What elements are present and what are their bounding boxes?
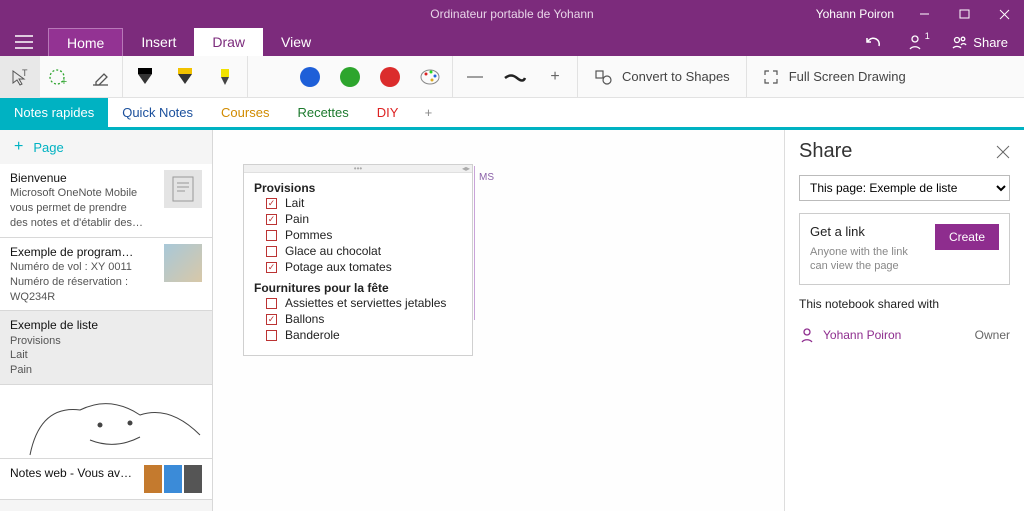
checkbox-icon[interactable]: ✓ xyxy=(266,214,277,225)
note-heading[interactable]: Provisions xyxy=(254,181,462,195)
section-notes-rapides[interactable]: Notes rapides xyxy=(0,98,108,127)
section-bar: Notes rapides Quick Notes Courses Recett… xyxy=(0,98,1024,130)
page-item-bienvenue[interactable]: Bienvenue Microsoft OneNote Mobile vous … xyxy=(0,164,212,238)
map-thumb xyxy=(164,244,202,282)
section-diy[interactable]: DIY xyxy=(363,98,413,127)
color-picker[interactable] xyxy=(410,56,450,98)
checklist-item[interactable]: Banderole xyxy=(254,327,462,343)
note-drag-handle[interactable]: ••• xyxy=(244,165,472,173)
tab-draw[interactable]: Draw xyxy=(194,28,263,56)
checklist-label: Potage aux tomates xyxy=(285,260,392,274)
section-courses[interactable]: Courses xyxy=(207,98,283,127)
checklist-label: Ballons xyxy=(285,312,324,326)
page-item-sketch[interactable] xyxy=(0,385,212,459)
text-cursor-tool[interactable]: T xyxy=(0,56,40,98)
author-tag: MS xyxy=(479,172,494,183)
share-button[interactable]: Share xyxy=(943,34,1016,50)
person-icon xyxy=(799,327,815,343)
close-button[interactable] xyxy=(984,0,1024,28)
checklist-item[interactable]: Pommes xyxy=(254,227,462,243)
author-marker-line xyxy=(474,166,475,320)
user-name[interactable]: Yohann Poiron xyxy=(806,7,904,21)
section-recettes[interactable]: Recettes xyxy=(283,98,362,127)
tab-view[interactable]: View xyxy=(263,28,329,56)
pen-yellow[interactable] xyxy=(165,56,205,98)
hamburger-icon[interactable] xyxy=(0,28,48,56)
get-link-heading: Get a link xyxy=(810,224,925,239)
checkbox-icon[interactable]: ✓ xyxy=(266,198,277,209)
checklist-item[interactable]: Glace au chocolat xyxy=(254,243,462,259)
checkbox-icon[interactable] xyxy=(266,298,277,309)
lasso-tool[interactable]: + xyxy=(40,56,80,98)
doc-icon xyxy=(164,170,202,208)
page-item-liste[interactable]: Exemple de liste Provisions Lait Pain xyxy=(0,311,212,385)
checklist-item[interactable]: ✓ Lait xyxy=(254,195,462,211)
share-panel: Share This page: Exemple de liste Get a … xyxy=(784,130,1024,511)
checklist-item[interactable]: ✓ Ballons xyxy=(254,311,462,327)
close-share-icon[interactable] xyxy=(996,145,1010,159)
page-item-programme[interactable]: Exemple de program… Numéro de vol : XY 0… xyxy=(0,238,212,312)
color-red[interactable] xyxy=(370,56,410,98)
account-icon[interactable]: 1 xyxy=(899,28,937,56)
checkbox-icon[interactable]: ✓ xyxy=(266,262,277,273)
window-title: Ordinateur portable de Yohann xyxy=(430,7,593,21)
note-container[interactable]: ••• Provisions ✓ Lait ✓ Pain Pommes Glace au c… xyxy=(243,164,473,356)
shared-with-label: This notebook shared with xyxy=(799,297,1010,311)
add-page-button[interactable]: +Page xyxy=(0,130,212,164)
checklist-label: Pain xyxy=(285,212,309,226)
checklist-item[interactable]: Assiettes et serviettes jetables xyxy=(254,295,462,311)
pen-black[interactable] xyxy=(125,56,165,98)
full-screen-drawing[interactable]: Full Screen Drawing xyxy=(749,56,920,97)
tab-bar: Home Insert Draw View 1 Share xyxy=(0,28,1024,56)
get-link-desc: Anyone with the link can view the page xyxy=(810,245,925,274)
convert-to-shapes[interactable]: Convert to Shapes xyxy=(580,56,744,97)
minimize-button[interactable] xyxy=(904,0,944,28)
section-quick-notes[interactable]: Quick Notes xyxy=(108,98,207,127)
svg-text:T: T xyxy=(22,68,28,78)
highlighter-tool[interactable] xyxy=(205,56,245,98)
thick-stroke[interactable] xyxy=(495,56,535,98)
add-stroke[interactable]: + xyxy=(535,56,575,98)
share-title: Share xyxy=(799,140,852,163)
page-item-notes-web[interactable]: Notes web - Vous av… xyxy=(0,459,212,500)
checklist-label: Banderole xyxy=(285,328,340,342)
color-black[interactable] xyxy=(250,56,290,98)
get-link-box: Get a link Anyone with the link can view… xyxy=(799,213,1010,285)
color-blue[interactable] xyxy=(290,56,330,98)
checklist-label: Glace au chocolat xyxy=(285,244,381,258)
add-section-button[interactable]: + xyxy=(412,98,444,127)
checklist-label: Pommes xyxy=(285,228,332,242)
thin-stroke[interactable] xyxy=(455,56,495,98)
checklist-item[interactable]: ✓ Pain xyxy=(254,211,462,227)
eraser-tool[interactable] xyxy=(80,56,120,98)
checkbox-icon[interactable] xyxy=(266,330,277,341)
page-list: +Page Bienvenue Microsoft OneNote Mobile… xyxy=(0,130,213,511)
tab-home[interactable]: Home xyxy=(48,28,123,56)
color-green[interactable] xyxy=(330,56,370,98)
web-thumb xyxy=(144,465,202,493)
canvas[interactable]: ••• Provisions ✓ Lait ✓ Pain Pommes Glace au c… xyxy=(213,130,784,511)
draw-ribbon: T + + Convert to Shapes Full Screen Draw… xyxy=(0,56,1024,98)
shared-person[interactable]: Yohann Poiron Owner xyxy=(799,323,1010,347)
checkbox-icon[interactable]: ✓ xyxy=(266,314,277,325)
share-scope-select[interactable]: This page: Exemple de liste xyxy=(799,175,1010,201)
checkbox-icon[interactable] xyxy=(266,230,277,241)
note-heading[interactable]: Fournitures pour la fête xyxy=(254,281,462,295)
checklist-label: Lait xyxy=(285,196,304,210)
undo-button[interactable] xyxy=(855,28,893,56)
title-bar: Ordinateur portable de Yohann Yohann Poi… xyxy=(0,0,1024,28)
checklist-item[interactable]: ✓ Potage aux tomates xyxy=(254,259,462,275)
maximize-button[interactable] xyxy=(944,0,984,28)
checkbox-icon[interactable] xyxy=(266,246,277,257)
tab-insert[interactable]: Insert xyxy=(123,28,194,56)
checklist-label: Assiettes et serviettes jetables xyxy=(285,296,446,310)
create-link-button[interactable]: Create xyxy=(935,224,999,250)
